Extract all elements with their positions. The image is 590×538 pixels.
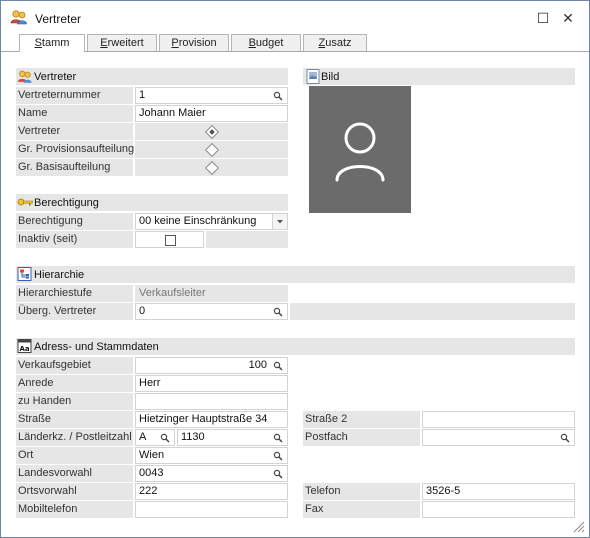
section-adress-und-stammdaten: Aa Adress- und Stammdaten [16, 338, 575, 355]
close-button[interactable]: ✕ [559, 9, 577, 27]
search-icon[interactable] [160, 433, 170, 443]
label-strasse: Straße [16, 411, 133, 428]
tab-stamm[interactable]: Stamm [19, 34, 85, 52]
postfach-field[interactable] [422, 429, 575, 446]
search-icon[interactable] [273, 469, 283, 479]
name-field[interactable]: Johann Maier [135, 105, 288, 122]
telefon-field[interactable]: 3526-5 [422, 483, 575, 500]
search-icon[interactable] [273, 91, 283, 101]
verkaufsgebiet-field[interactable]: 100 [135, 357, 288, 374]
tab-bar: Stamm Erweitert Provision Budget Zusatz [1, 33, 589, 52]
label-fax: Fax [303, 501, 420, 518]
label-ortsvorwahl: Ortsvorwahl [16, 483, 133, 500]
search-icon[interactable] [273, 433, 283, 443]
search-icon[interactable] [273, 361, 283, 371]
label-inaktiv: Inaktiv (seit) [16, 231, 133, 248]
hierarchiestufe-field: Verkaufsleiter [135, 285, 288, 302]
section-title: Vertreter [34, 71, 77, 83]
laenderkennzeichen-field[interactable]: A [135, 429, 175, 446]
label-basisaufteilung: Gr. Basisaufteilung [16, 159, 133, 176]
chevron-down-icon[interactable] [272, 214, 287, 229]
label-ort: Ort [16, 447, 133, 464]
tab-provision[interactable]: Provision [159, 34, 229, 51]
section-title: Berechtigung [34, 197, 99, 209]
ort-field[interactable]: Wien [135, 447, 288, 464]
section-vertreter: Vertreter [16, 68, 288, 85]
tab-budget[interactable]: Budget [231, 34, 301, 51]
label-provisionsaufteilung: Gr. Provisionsaufteilung [16, 141, 134, 158]
strasse-field[interactable]: Hietzinger Hauptstraße 34 [135, 411, 288, 428]
search-icon[interactable] [273, 307, 283, 317]
mobiltelefon-field[interactable] [135, 501, 288, 518]
picture-icon [306, 69, 322, 84]
section-berechtigung: Berechtigung [16, 194, 288, 211]
inaktiv-checkbox[interactable] [165, 235, 176, 246]
search-icon[interactable] [273, 451, 283, 461]
users-icon [17, 69, 33, 84]
label-strasse-2: Straße 2 [303, 411, 420, 428]
label-laenderkz-postleitzahl: Länderkz. / Postleitzahl [16, 429, 133, 446]
title-bar: Vertreter ☐ ✕ [1, 1, 589, 33]
maximize-button[interactable]: ☐ [534, 9, 552, 27]
section-title: Hierarchie [34, 269, 85, 281]
label-hierarchiestufe: Hierarchiestufe [16, 285, 133, 302]
address-book-icon: Aa [17, 339, 33, 354]
svg-text:Aa: Aa [20, 345, 30, 353]
tab-erweitert[interactable]: Erweitert [87, 34, 157, 51]
tab-zusatz[interactable]: Zusatz [303, 34, 367, 51]
search-icon[interactable] [560, 433, 570, 443]
label-verkaufsgebiet: Verkaufsgebiet [16, 357, 133, 374]
label-telefon: Telefon [303, 483, 420, 500]
key-icon [17, 195, 33, 210]
label-zu-handen: zu Handen [16, 393, 133, 410]
user-avatar-icon [335, 122, 385, 182]
label-anrede: Anrede [16, 375, 133, 392]
label-landesvorwahl: Landesvorwahl [16, 465, 133, 482]
landesvorwahl-field[interactable]: 0043 [135, 465, 288, 482]
resize-grip-icon[interactable] [571, 519, 585, 533]
hierarchie-filler [290, 303, 575, 320]
window-title: Vertreter [35, 12, 82, 26]
profile-photo[interactable] [309, 86, 411, 213]
ortsvorwahl-field[interactable]: 222 [135, 483, 288, 500]
section-bild: Bild [303, 68, 575, 85]
label-postfach: Postfach [303, 429, 420, 446]
label-vertreter: Vertreter [16, 123, 133, 140]
anrede-field[interactable]: Herr [135, 375, 288, 392]
zu-handen-field[interactable] [135, 393, 288, 410]
vertreter-window: Vertreter ☐ ✕ Stamm Erweitert Provision … [0, 0, 590, 538]
berechtigung-select[interactable]: 00 keine Einschränkung [135, 213, 288, 230]
inaktiv-date-cell [206, 231, 288, 248]
uebergeordneter-vertreter-field[interactable]: 0 [135, 303, 288, 320]
label-uebergeordneter-vertreter: Überg. Vertreter [16, 303, 133, 320]
users-icon [10, 9, 28, 25]
section-title: Bild [321, 71, 340, 83]
label-berechtigung: Berechtigung [16, 213, 133, 230]
hierarchy-icon [17, 267, 33, 282]
strasse-2-field[interactable] [422, 411, 575, 428]
section-hierarchie: Hierarchie [16, 266, 575, 283]
label-name: Name [16, 105, 133, 122]
postleitzahl-field[interactable]: 1130 [177, 429, 288, 446]
label-mobiltelefon: Mobiltelefon [16, 501, 133, 518]
section-title: Adress- und Stammdaten [34, 341, 159, 353]
label-vertreternummer: Vertreternummer [16, 87, 133, 104]
fax-field[interactable] [422, 501, 575, 518]
vertreternummer-field[interactable]: 1 [135, 87, 288, 104]
